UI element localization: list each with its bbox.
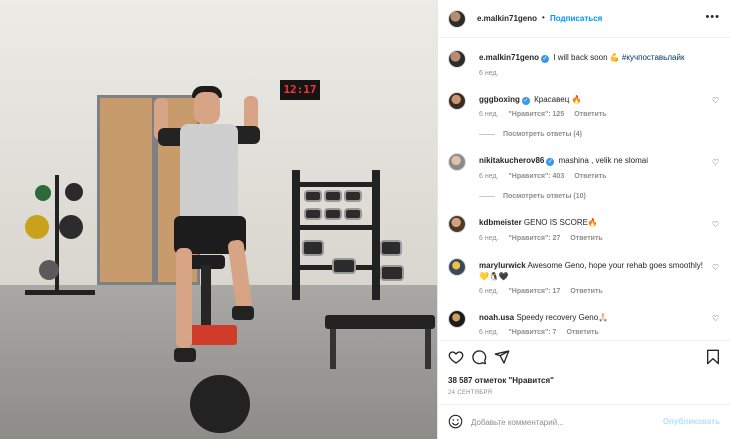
post-header: e.malkin71geno • Подписаться •••	[439, 0, 730, 38]
like-comment-heart-icon[interactable]: ♡	[712, 96, 721, 105]
comment-likes[interactable]: "Нравится": 403	[508, 173, 564, 180]
verified-icon: ✓	[521, 97, 530, 105]
comment-username[interactable]: kdbmeister	[479, 218, 522, 227]
follow-button[interactable]: Подписаться	[550, 14, 602, 23]
comment-time: 6 нед.	[479, 235, 499, 242]
send-icon[interactable]	[494, 349, 510, 365]
reply-button[interactable]: Ответить	[574, 111, 606, 118]
caption-body: I will back soon 💪	[553, 53, 622, 62]
comment-username[interactable]: gggboxing	[479, 95, 520, 104]
view-replies-button[interactable]: Посмотреть ответы (4)	[479, 131, 582, 138]
bench-leg	[425, 329, 431, 369]
comment-meta: 6 нед. "Нравится": 27 Ответить	[479, 235, 603, 242]
verified-icon: ✓	[541, 55, 550, 63]
comment-username[interactable]: noah.usa	[479, 313, 514, 322]
comment-likes[interactable]: "Нравится": 17	[508, 288, 560, 295]
comment-body: GENO IS SCORE🔥	[523, 218, 598, 227]
comment-meta: 6 нед. "Нравится": 17 Ответить	[479, 288, 603, 295]
comment-time: 6 нед.	[479, 288, 499, 295]
post-sidebar: e.malkin71geno • Подписаться ••• e.malki…	[439, 0, 730, 439]
comment-likes[interactable]: "Нравится": 125	[508, 111, 564, 118]
comment-composer: Опубликовать	[439, 404, 730, 439]
caption-text: e.malkin71geno ✓ I will back soon 💪 #кучп…	[479, 52, 711, 63]
comment-text: marylurwick Awesome Geno, hope your reha…	[479, 260, 711, 282]
publish-button[interactable]: Опубликовать	[663, 417, 720, 426]
comment-text: nikitakucherov86 ✓ mashina , velik ne slo…	[479, 155, 711, 166]
avatar[interactable]	[448, 310, 466, 328]
header-separator: •	[542, 13, 545, 22]
comment-icon[interactable]	[471, 349, 487, 365]
avatar[interactable]	[448, 153, 466, 171]
caption-time: 6 нед.	[479, 70, 499, 77]
avatar[interactable]	[448, 50, 466, 68]
more-options-icon[interactable]: •••	[705, 11, 720, 23]
comment-meta: 6 нед. "Нравится": 7 Ответить	[479, 329, 599, 336]
comment-time: 6 нед.	[479, 329, 499, 336]
weight-bench	[325, 315, 435, 329]
author-username[interactable]: e.malkin71geno	[477, 14, 537, 23]
athlete-figure	[140, 80, 280, 370]
like-comment-heart-icon[interactable]: ♡	[712, 314, 721, 323]
wall-clock: 12:17	[280, 80, 320, 100]
view-replies-button[interactable]: Посмотреть ответы (10)	[479, 193, 586, 200]
reply-button[interactable]: Ответить	[570, 235, 602, 242]
verified-icon: ✓	[546, 158, 555, 166]
avatar[interactable]	[448, 258, 466, 276]
post-photo[interactable]: 12:17	[0, 0, 438, 439]
post-date[interactable]: 24 СЕНТЯБРЯ	[448, 390, 492, 396]
reply-button[interactable]: Ответить	[570, 288, 602, 295]
comment-input[interactable]	[471, 414, 661, 430]
caption-hashtag[interactable]: #кучпоставьлайк	[622, 53, 685, 62]
post-actions: 38 587 отметок "Нравится" 24 СЕНТЯБРЯ	[439, 340, 730, 400]
heart-icon[interactable]	[448, 349, 464, 365]
reply-button[interactable]: Ответить	[566, 329, 598, 336]
comment-body: Красавец 🔥	[534, 95, 582, 104]
avatar[interactable]	[448, 92, 466, 110]
likes-count[interactable]: 38 587 отметок "Нравится"	[448, 376, 554, 385]
comment-meta: 6 нед. "Нравится": 403 Ответить	[479, 173, 607, 180]
like-comment-heart-icon[interactable]: ♡	[712, 220, 721, 229]
comment-likes[interactable]: "Нравится": 27	[508, 235, 560, 242]
comment-body: Speedy recovery Geno🙏🏻	[516, 313, 609, 322]
comment-text: noah.usa Speedy recovery Geno🙏🏻	[479, 312, 711, 323]
comments-list[interactable]: e.malkin71geno ✓ I will back soon 💪 #кучп…	[439, 39, 730, 339]
like-comment-heart-icon[interactable]: ♡	[712, 263, 721, 272]
comment-username[interactable]: nikitakucherov86	[479, 156, 544, 165]
like-comment-heart-icon[interactable]: ♡	[712, 158, 721, 167]
comment-username[interactable]: marylurwick	[479, 261, 526, 270]
reply-button[interactable]: Ответить	[574, 173, 606, 180]
emoji-icon[interactable]	[448, 414, 463, 429]
medicine-ball-rack	[25, 175, 95, 295]
avatar[interactable]	[448, 10, 466, 28]
comment-meta: 6 нед. "Нравится": 125 Ответить	[479, 111, 607, 118]
comment-likes[interactable]: "Нравится": 7	[508, 329, 556, 336]
bookmark-icon[interactable]	[705, 349, 721, 365]
comment-time: 6 нед.	[479, 173, 499, 180]
caption-username[interactable]: e.malkin71geno	[479, 53, 539, 62]
comment-text: gggboxing ✓ Красавец 🔥	[479, 94, 711, 105]
comment-text: kdbmeister GENO IS SCORE🔥	[479, 217, 711, 228]
dumbbell-rack	[292, 170, 412, 300]
bench-leg	[330, 329, 336, 369]
comment-time: 6 нед.	[479, 111, 499, 118]
comment-body: mashina , velik ne slomai	[558, 156, 648, 165]
avatar[interactable]	[448, 215, 466, 233]
